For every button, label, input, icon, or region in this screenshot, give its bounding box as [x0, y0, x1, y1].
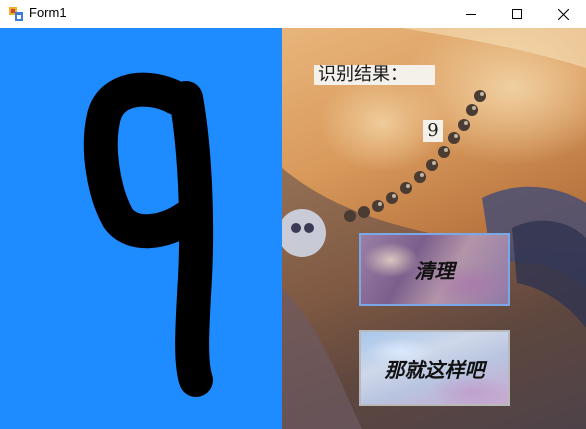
app-icon[interactable] — [9, 6, 23, 21]
drawing-canvas[interactable] — [0, 28, 282, 429]
submit-button-label: 那就这样吧 — [384, 357, 485, 382]
clear-button-label: 清理 — [414, 259, 455, 283]
clear-button[interactable]: 清理 — [359, 233, 510, 306]
minimize-button[interactable] — [448, 0, 494, 28]
result-label: 识别结果： — [314, 65, 435, 85]
close-icon — [557, 8, 569, 20]
maximize-icon — [512, 9, 522, 19]
result-value: 9 — [423, 120, 443, 142]
title-bar[interactable]: Form1 — [0, 0, 586, 28]
window-title: Form1 — [29, 5, 67, 20]
close-button[interactable] — [540, 0, 586, 28]
submit-button[interactable]: 那就这样吧 — [359, 330, 510, 406]
minimize-icon — [466, 14, 476, 15]
maximize-button[interactable] — [494, 0, 540, 28]
handwritten-digit-stroke — [83, 72, 214, 397]
